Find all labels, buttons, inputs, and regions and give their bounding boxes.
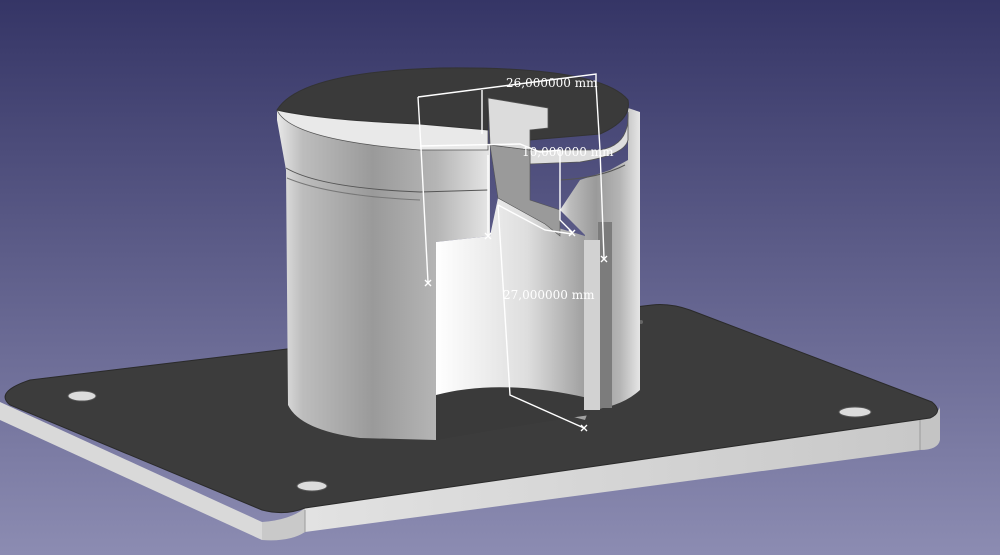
cylinder-body[interactable] <box>276 67 640 440</box>
dimension-label-26mm[interactable]: 26,000000 mm <box>506 76 598 90</box>
mounting-hole[interactable] <box>296 480 328 492</box>
dimension-label-27mm[interactable]: 27,000000 mm <box>503 288 595 302</box>
mounting-hole[interactable] <box>838 406 872 418</box>
dimension-label-10mm[interactable]: 10,000000 mm <box>522 145 614 159</box>
mounting-hole[interactable] <box>67 390 97 402</box>
slot-face <box>598 222 612 408</box>
slot-face-left <box>584 240 600 410</box>
3d-viewport[interactable]: 26,000000 mm 10,000000 mm 27,000000 mm <box>0 0 1000 555</box>
3d-scene[interactable]: 26,000000 mm 10,000000 mm 27,000000 mm <box>0 0 1000 555</box>
